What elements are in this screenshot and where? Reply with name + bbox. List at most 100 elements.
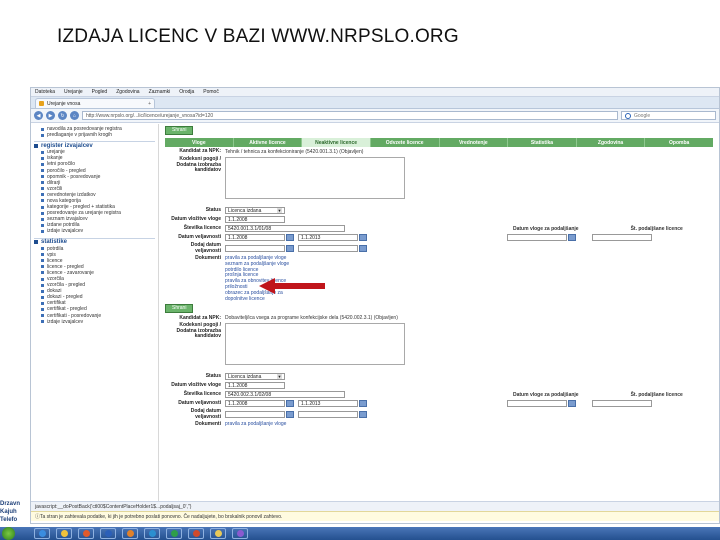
record1-dodaj-row: Dodaj datum veljavnosti xyxy=(165,242,713,254)
menu-view[interactable]: Pogled xyxy=(92,89,108,95)
veljavnost-to-input[interactable]: 1.1.2013 xyxy=(298,234,358,241)
kodeks-textarea[interactable] xyxy=(225,323,405,366)
sidebar-link[interactable]: izdaje izvajalcev xyxy=(34,228,155,234)
datum-vlozitve-input[interactable]: 1.1.2008 xyxy=(225,382,285,390)
st-licence-input[interactable] xyxy=(592,400,652,408)
browser-window: Datoteka Urejanje Pogled Zgodovina Zazna… xyxy=(30,87,720,524)
form-tab[interactable]: Zgodovina xyxy=(576,138,645,147)
dodaj-from-input[interactable] xyxy=(225,245,285,252)
kodeks-textarea[interactable] xyxy=(225,157,405,199)
dokumenti-label: Dokumenti xyxy=(195,255,221,261)
folder-icon[interactable] xyxy=(210,528,226,539)
back-icon[interactable]: ◀ xyxy=(34,111,43,120)
podaljsanje-date-input[interactable] xyxy=(507,400,567,408)
status-bar: javascript:__doPostBack('ctl00$ContentPl… xyxy=(31,501,719,511)
record1-veljavnost-row: Datum veljavnosti 1.1.2008 1.1.2013 xyxy=(165,234,713,241)
word-icon[interactable] xyxy=(100,528,116,539)
tab-bar: Urejanje vnosa + xyxy=(31,97,719,109)
navigation-bar: ◀ ▶ ↻ ⌂ http://www.nrpslo.org/...lic/lic… xyxy=(31,109,719,123)
sidebar-link[interactable]: izdaje izvajalcev xyxy=(34,319,155,325)
menu-help[interactable]: Pomoč xyxy=(203,89,219,95)
menu-bar: Datoteka Urejanje Pogled Zgodovina Zazna… xyxy=(31,88,719,97)
calendar-icon[interactable] xyxy=(286,234,294,241)
favicon-icon xyxy=(39,101,44,106)
page-content: navodila za posredovanje registra predla… xyxy=(31,124,719,501)
status-select[interactable]: Licenca izdana ▼ xyxy=(225,373,285,381)
calendar-icon[interactable] xyxy=(568,234,576,241)
sidebar: navodila za posredovanje registra predla… xyxy=(31,124,159,501)
stevilka-input[interactable]: 5420.001.3.1/01/08 xyxy=(225,225,345,232)
firefox-icon[interactable] xyxy=(122,528,138,539)
info-bar: ⓘ Ta stran je zahtevala podatke, ki jih … xyxy=(31,511,719,521)
record1-dokumenti: Dokumenti pravila za podaljšanje vloge se… xyxy=(165,255,713,303)
form-tab[interactable]: Vrednotenje xyxy=(439,138,508,147)
calendar-icon[interactable] xyxy=(359,245,367,252)
form-tab[interactable]: Vloge xyxy=(165,138,233,147)
sidebar-link[interactable]: predlaganje v prijavnih krogih xyxy=(34,132,155,138)
st-licence-input[interactable] xyxy=(592,234,652,241)
paint-icon[interactable] xyxy=(232,528,248,539)
save-button-top[interactable]: Shrani xyxy=(165,126,194,135)
dodaj-to-input[interactable] xyxy=(298,411,358,419)
calendar-icon[interactable] xyxy=(286,245,294,252)
menu-tools[interactable]: Orodja xyxy=(179,89,194,95)
menu-file[interactable]: Datoteka xyxy=(35,89,55,95)
record2-vlozitev-row: Datum vložitve vloge 1.1.2008 xyxy=(165,382,713,390)
calendar-icon[interactable] xyxy=(286,411,294,419)
chevron-down-icon: ▼ xyxy=(277,374,282,380)
explorer-icon[interactable] xyxy=(56,528,72,539)
dodaj-from-input[interactable] xyxy=(225,411,285,419)
kandidat-value: Dobavitelj/ica vsega za programe konfekc… xyxy=(225,315,398,322)
search-input[interactable]: Google xyxy=(621,111,716,120)
reload-icon[interactable]: ↻ xyxy=(58,111,67,120)
forward-icon[interactable]: ▶ xyxy=(46,111,55,120)
menu-history[interactable]: Zgodovina xyxy=(116,89,139,95)
start-icon[interactable] xyxy=(2,527,15,540)
calendar-icon[interactable] xyxy=(359,400,367,408)
left-logo: Drzavn Kajuh Telefo xyxy=(0,501,21,523)
dodaj-to-input[interactable] xyxy=(298,245,358,252)
excel-icon[interactable] xyxy=(166,528,182,539)
record1-kodeks-row: Kodeksni pogoji / Dodatna izobrazba kand… xyxy=(165,156,713,199)
menu-bookmarks[interactable]: Zaznamki xyxy=(149,89,171,95)
kandidat-label: Kandidat za NPK: xyxy=(179,148,221,155)
form-tab[interactable]: Odvzete licence xyxy=(370,138,439,147)
document-link[interactable]: dopolnitve licence xyxy=(225,296,289,303)
powerpoint-icon[interactable] xyxy=(188,528,204,539)
stevilka-input[interactable]: 5420.002.3.1/02/08 xyxy=(225,391,345,399)
form-tab[interactable]: Aktivne licence xyxy=(233,138,302,147)
calendar-icon[interactable] xyxy=(359,411,367,419)
address-bar[interactable]: http://www.nrpslo.org/...lic/licence/ure… xyxy=(82,111,618,120)
menu-edit[interactable]: Urejanje xyxy=(64,89,83,95)
calendar-icon[interactable] xyxy=(359,234,367,241)
media-icon[interactable] xyxy=(78,528,94,539)
form-tab[interactable]: Statistika xyxy=(508,138,576,147)
outlook-icon[interactable] xyxy=(144,528,160,539)
browser-tab[interactable]: Urejanje vnosa + xyxy=(35,98,155,108)
sidebar-section-statistics[interactable]: statistike xyxy=(34,237,155,246)
record1-kandidat-row: Kandidat za NPK: Tehnik / tehnica za kon… xyxy=(165,149,713,155)
form-tab[interactable]: Opomba xyxy=(645,138,713,147)
veljavnost-to-input[interactable]: 1.1.2013 xyxy=(298,400,358,408)
slide-title: IZDAJA LICENC V BAZI WWW.NRPSLO.ORG xyxy=(57,26,459,47)
veljavnost-from-input[interactable]: 1.1.2008 xyxy=(225,234,285,241)
form-tab[interactable]: Neaktivne licence xyxy=(302,138,370,147)
taskbar xyxy=(0,527,720,540)
new-tab-button[interactable]: + xyxy=(148,101,151,107)
dodaj-label: Dodaj datum veljavnosti xyxy=(190,408,221,420)
search-placeholder: Google xyxy=(634,112,651,119)
status-select[interactable]: Licenca izdana ▼ xyxy=(225,207,285,214)
podaljsanje-date-input[interactable] xyxy=(507,234,567,241)
calendar-icon[interactable] xyxy=(286,400,294,408)
ie-icon[interactable] xyxy=(34,528,50,539)
record2-veljavnost-row: Datum veljavnosti 1.1.2008 1.1.2013 xyxy=(165,400,713,408)
sidebar-section-register[interactable]: register izvajalcev xyxy=(34,141,155,149)
save-button-record1[interactable]: Shrani xyxy=(165,304,194,314)
datum-vlozitve-input[interactable]: 1.1.2008 xyxy=(225,216,285,223)
document-link[interactable]: pravila za podaljšanje vloge xyxy=(225,422,286,428)
home-icon[interactable]: ⌂ xyxy=(70,111,79,120)
main-panel: Shrani Vloge Aktivne licence Neaktivne lic… xyxy=(159,124,719,501)
veljavnost-from-input[interactable]: 1.1.2008 xyxy=(225,400,285,408)
calendar-icon[interactable] xyxy=(568,400,576,408)
dodaj-label: Dodaj datum veljavnosti xyxy=(190,242,221,254)
